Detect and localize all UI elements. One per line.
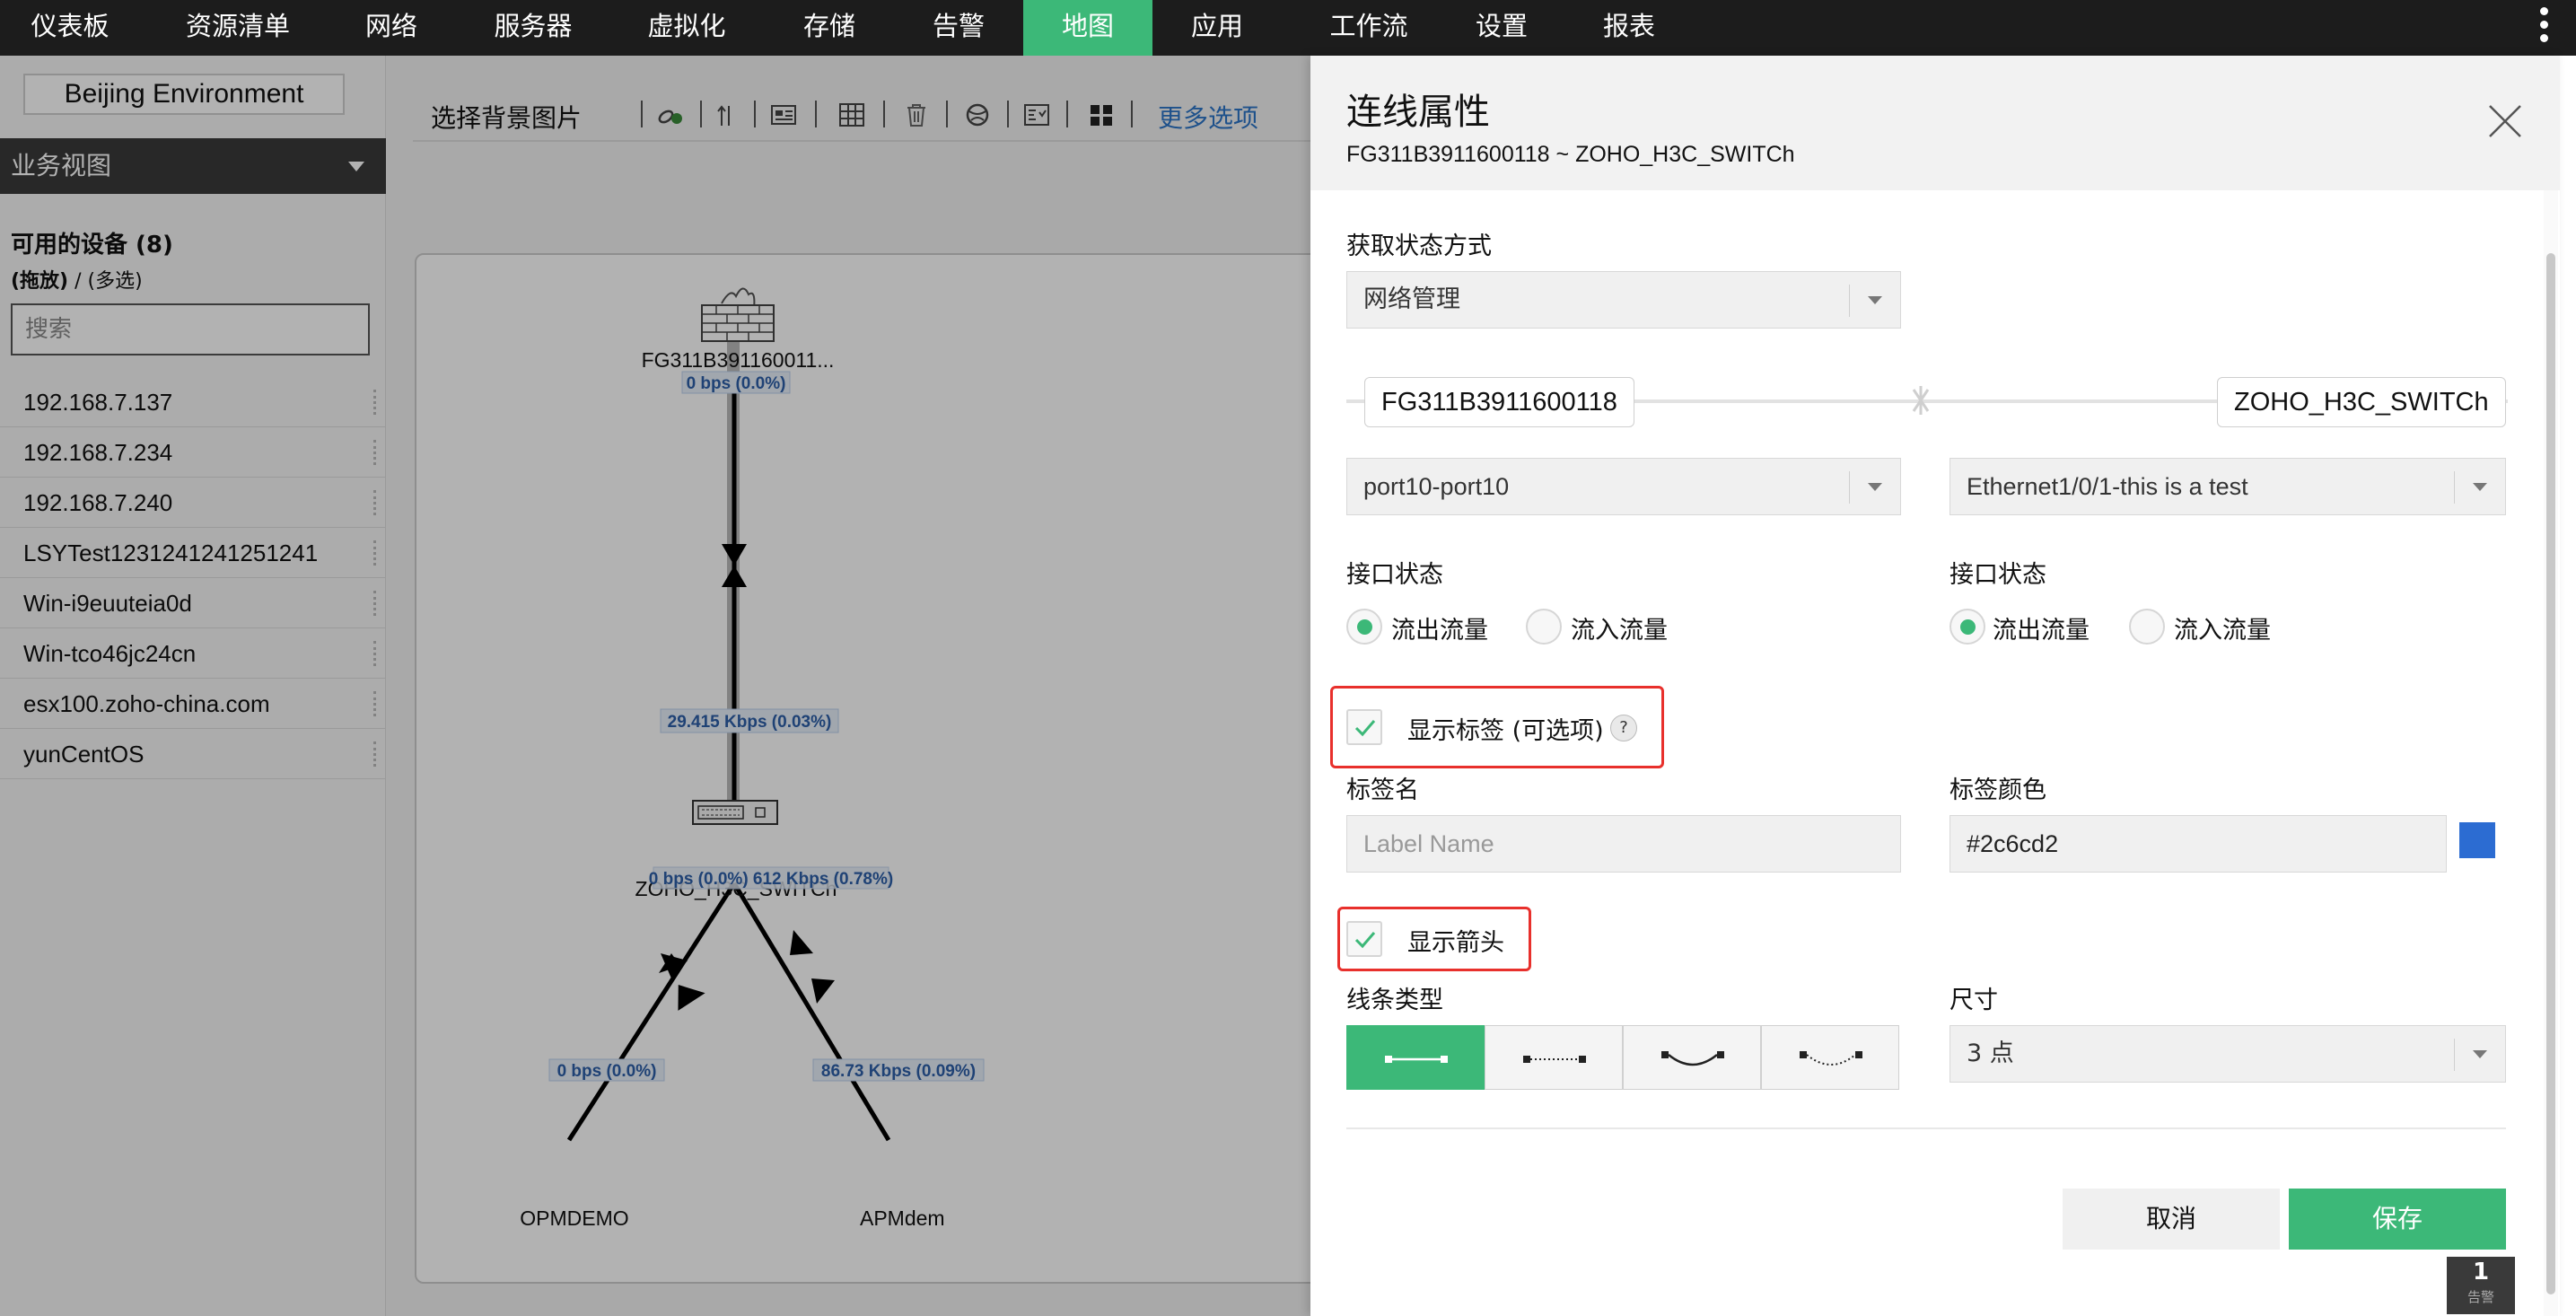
color-swatch[interactable] (2459, 822, 2495, 858)
size-select[interactable]: 3 点 (1950, 1025, 2506, 1083)
status-method-select[interactable]: 网络管理 (1346, 271, 1901, 329)
select-divider (2454, 1039, 2455, 1071)
select-divider (1849, 471, 1850, 504)
show-label-checkbox[interactable] (1346, 709, 1382, 745)
more-menu-icon[interactable] (2540, 7, 2549, 48)
nav-item-storage[interactable]: 存储 (790, 0, 869, 56)
save-button[interactable]: 保存 (2289, 1189, 2506, 1250)
dotted-curved-line-icon (1800, 1051, 1862, 1066)
panel-header: 连线属性 FG311B3911600118 ~ ZOHO_H3C_SWITCh (1310, 56, 2560, 190)
panel-subtitle: FG311B3911600118 ~ ZOHO_H3C_SWITCh (1346, 142, 1795, 167)
select-divider (2454, 471, 2455, 504)
chevron-down-icon (2473, 483, 2487, 491)
top-nav: 仪表板 资源清单 网络 服务器 虚拟化 存储 告警 地图 应用 工作流 设置 报… (0, 0, 2576, 56)
radio-inbound-a-label: 流入流量 (1571, 617, 1668, 645)
nav-item-servers[interactable]: 服务器 (476, 0, 591, 56)
chevron-down-icon (1868, 483, 1882, 491)
nav-item-alarms[interactable]: 告警 (919, 0, 998, 56)
checkmark-icon (1354, 720, 1376, 737)
size-value: 3 点 (1967, 1040, 2014, 1067)
show-arrow-checkbox[interactable] (1346, 921, 1382, 957)
alarm-label: 告警 (2466, 1289, 2494, 1305)
nav-item-maps[interactable]: 地图 (1023, 0, 1152, 56)
line-type-dotted-straight[interactable] (1485, 1025, 1623, 1090)
label-name-input[interactable] (1346, 815, 1901, 873)
radio-inbound-b-label: 流入流量 (2174, 617, 2271, 645)
interface-b-value: Ethernet1/0/1-this is a test (1967, 473, 2248, 500)
panel-scrollbar[interactable] (2544, 190, 2558, 1316)
line-type-dotted-curved[interactable] (1761, 1025, 1899, 1090)
label-color-input[interactable] (1950, 815, 2447, 873)
status-method-label: 获取状态方式 (1346, 232, 1492, 260)
interface-status-b-label: 接口状态 (1950, 561, 2046, 589)
select-divider (1849, 285, 1850, 317)
line-type-label: 线条类型 (1346, 987, 1443, 1014)
curved-line-icon (1661, 1051, 1724, 1066)
nav-item-inventory[interactable]: 资源清单 (162, 0, 314, 56)
nav-item-workflow[interactable]: 工作流 (1310, 0, 1427, 56)
line-type-solid-straight[interactable] (1346, 1025, 1485, 1090)
radio-outbound-b-label: 流出流量 (1993, 617, 2090, 645)
link-connector-icon (1912, 386, 1930, 415)
modal-overlay[interactable] (0, 56, 1310, 1316)
nav-item-network[interactable]: 网络 (352, 0, 431, 56)
link-properties-panel: 连线属性 FG311B3911600118 ~ ZOHO_H3C_SWITCh … (1310, 56, 2560, 1316)
dotted-line-icon (1523, 1056, 1586, 1063)
endpoint-b: ZOHO_H3C_SWITCh (2217, 377, 2506, 427)
nav-item-reports[interactable]: 报表 (1589, 0, 1669, 56)
scrollbar-thumb[interactable] (2546, 253, 2555, 1294)
radio-outbound-b[interactable] (1950, 609, 1985, 645)
label-name-label: 标签名 (1346, 776, 1419, 804)
nav-item-settings[interactable]: 设置 (1461, 0, 1542, 56)
panel-title: 连线属性 (1346, 92, 1490, 133)
cancel-button[interactable]: 取消 (2063, 1189, 2280, 1250)
close-icon[interactable] (2486, 102, 2524, 140)
radio-outbound-a-label: 流出流量 (1391, 617, 1488, 645)
alarm-badge[interactable]: 1 告警 (2447, 1257, 2515, 1314)
show-label-text: 显示标签 (可选项) (1407, 717, 1604, 745)
chevron-down-icon (1868, 296, 1882, 304)
checkmark-icon (1354, 932, 1376, 949)
line-type-solid-curved[interactable] (1623, 1025, 1761, 1090)
label-color-label: 标签颜色 (1950, 776, 2046, 804)
chevron-down-icon (2473, 1050, 2487, 1058)
panel-divider (1346, 1127, 2506, 1129)
nav-item-dashboard[interactable]: 仪表板 (9, 0, 131, 56)
radio-inbound-a[interactable] (1526, 609, 1562, 645)
nav-item-apps[interactable]: 应用 (1176, 0, 1258, 56)
radio-outbound-a[interactable] (1346, 609, 1382, 645)
interface-a-select[interactable]: port10-port10 (1346, 458, 1901, 515)
interface-b-select[interactable]: Ethernet1/0/1-this is a test (1950, 458, 2506, 515)
status-method-value: 网络管理 (1363, 285, 1460, 313)
nav-item-virtualization[interactable]: 虚拟化 (628, 0, 745, 56)
alarm-count: 1 (2472, 1259, 2490, 1285)
size-label: 尺寸 (1950, 987, 1998, 1014)
show-arrow-text: 显示箭头 (1407, 929, 1504, 957)
interface-status-a-label: 接口状态 (1346, 561, 1443, 589)
help-icon[interactable]: ? (1610, 715, 1637, 741)
radio-inbound-b[interactable] (2129, 609, 2165, 645)
solid-line-icon (1385, 1056, 1448, 1063)
endpoint-a: FG311B3911600118 (1364, 377, 1634, 427)
interface-a-value: port10-port10 (1363, 473, 1510, 500)
